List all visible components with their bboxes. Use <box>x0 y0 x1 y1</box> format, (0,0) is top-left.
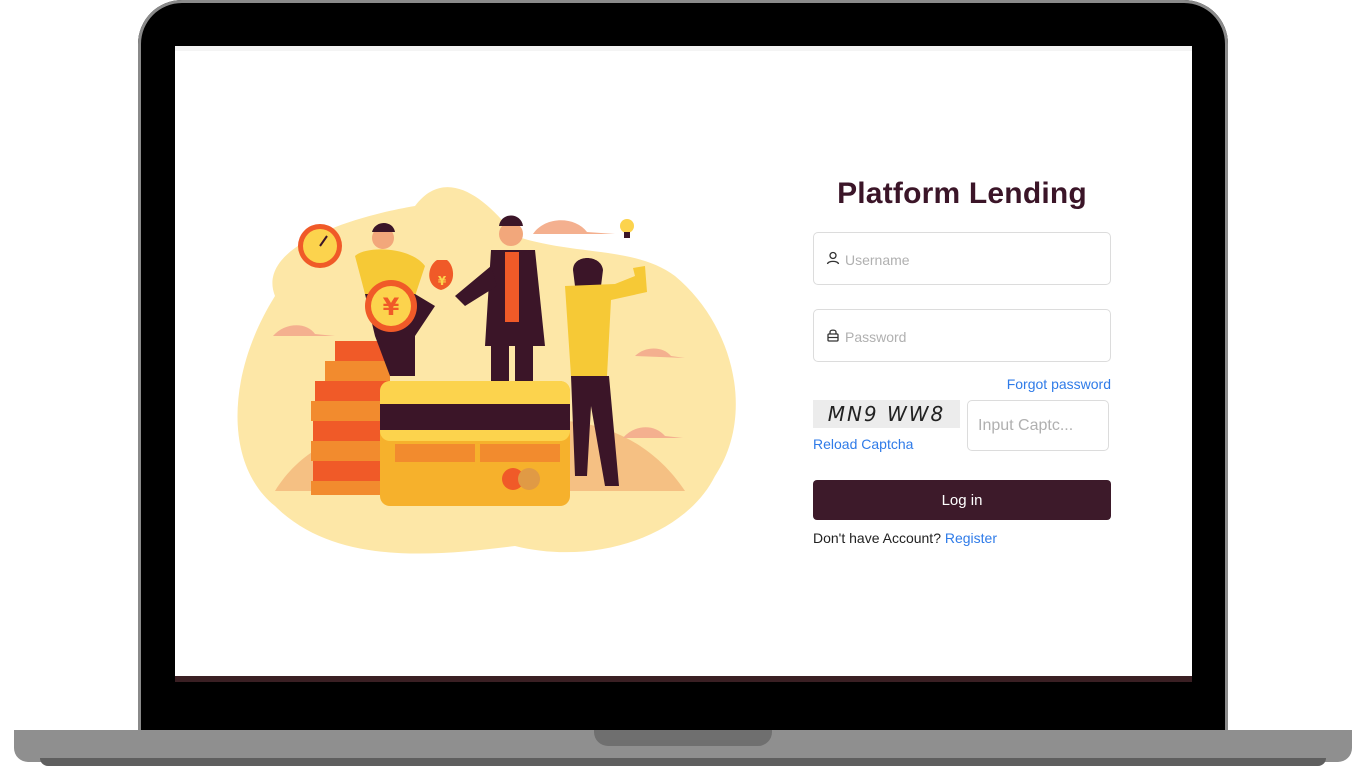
svg-text:¥: ¥ <box>383 293 400 321</box>
captcha-image: MN9 WW8 <box>813 400 960 428</box>
laptop-notch <box>594 730 772 746</box>
register-prompt: Don't have Account? <box>813 530 941 546</box>
forgot-password-link[interactable]: Forgot password <box>1007 376 1111 392</box>
password-input[interactable] <box>843 310 1097 363</box>
username-input[interactable] <box>843 233 1097 286</box>
login-panel: Platform Lending Forgot password MN9 WW8… <box>813 174 1111 546</box>
reload-captcha-link[interactable]: Reload Captcha <box>813 436 913 452</box>
page-title: Platform Lending <box>837 177 1087 210</box>
register-link[interactable]: Register <box>945 530 997 546</box>
cloud-1 <box>533 220 615 234</box>
lightbulb-icon <box>620 219 634 233</box>
captcha-row: MN9 WW8 Reload Captcha <box>813 400 1111 460</box>
login-button[interactable]: Log in <box>813 480 1111 520</box>
credit-card-icon <box>380 381 570 506</box>
laptop-base-shadow <box>40 758 1326 766</box>
screen-top-line <box>175 46 1192 51</box>
register-row: Don't have Account? Register <box>813 530 1111 546</box>
username-field[interactable] <box>813 232 1111 286</box>
screen-bottom-bar <box>175 676 1192 682</box>
yen-coin-icon: ¥ <box>365 280 417 332</box>
screen: ¥ ¥ Platform Lending Username Forgot pas… <box>175 46 1192 682</box>
forgot-password-row: Forgot password <box>813 376 1111 398</box>
password-field[interactable] <box>813 309 1111 363</box>
finance-illustration: ¥ ¥ <box>237 187 736 554</box>
captcha-input[interactable] <box>967 400 1109 451</box>
svg-text:¥: ¥ <box>438 274 447 288</box>
lock-icon <box>827 329 839 342</box>
user-icon <box>826 251 840 265</box>
